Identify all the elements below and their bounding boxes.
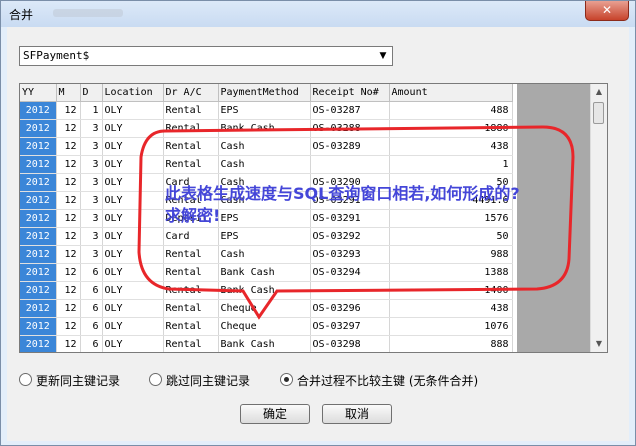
- window-title: 合并: [9, 8, 34, 22]
- option-label-update: 更新同主键记录: [36, 374, 121, 388]
- close-button[interactable]: ✕: [585, 1, 629, 21]
- dialog-body: SFPayment$ ▼ YY M D Location Dr A/C PaymentMe…: [7, 27, 629, 441]
- annotation-text: 此表格生成速度与SQL查询窗口相若,如何形成的?求解密!: [165, 184, 520, 225]
- option-merge-unconditional[interactable]: 合并过程不比较主键 (无条件合并): [280, 372, 478, 389]
- cancel-button[interactable]: 取消: [322, 404, 392, 424]
- option-update-same-key[interactable]: 更新同主键记录: [19, 372, 120, 389]
- radio-circle-unconditional[interactable]: [280, 373, 293, 386]
- radio-circle-update[interactable]: [19, 373, 32, 386]
- blurred-title-text: [53, 9, 123, 17]
- merge-dialog: 合并 ✕ SFPayment$ ▼ YY M D Location Dr A/C Paym…: [0, 0, 636, 446]
- option-label-skip: 跳过同主键记录: [166, 374, 251, 388]
- ok-button[interactable]: 确定: [240, 404, 310, 424]
- option-label-unconditional: 合并过程不比较主键 (无条件合并): [297, 374, 479, 388]
- option-skip-same-key[interactable]: 跳过同主键记录: [149, 372, 250, 389]
- title-bar: 合并 ✕: [1, 1, 635, 27]
- radio-circle-skip[interactable]: [149, 373, 162, 386]
